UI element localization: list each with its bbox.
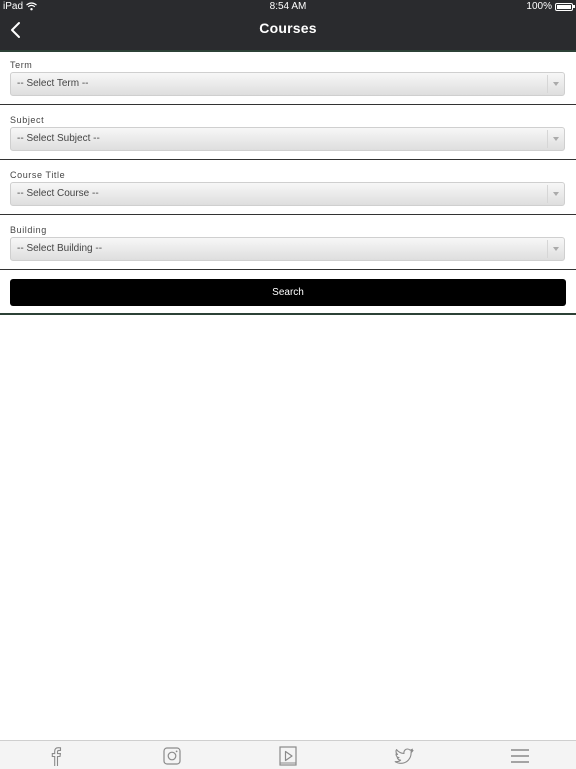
tab-bar bbox=[0, 740, 576, 769]
status-time: 8:54 AM bbox=[269, 1, 307, 12]
select-divider bbox=[547, 185, 548, 203]
chevron-down-icon bbox=[553, 137, 559, 141]
twitter-icon[interactable] bbox=[393, 745, 415, 767]
subject-select-value: -- Select Subject -- bbox=[17, 133, 100, 144]
term-select-value: -- Select Term -- bbox=[17, 78, 89, 89]
divider bbox=[0, 269, 576, 270]
course-select[interactable]: -- Select Course -- bbox=[10, 182, 565, 206]
page-title: Courses bbox=[259, 20, 317, 36]
term-select[interactable]: -- Select Term -- bbox=[10, 72, 565, 96]
subject-select[interactable]: -- Select Subject -- bbox=[10, 127, 565, 151]
chevron-down-icon bbox=[553, 247, 559, 251]
chevron-down-icon bbox=[553, 82, 559, 86]
header-accent-line bbox=[0, 50, 576, 52]
course-title-label: Course Title bbox=[10, 170, 66, 180]
select-divider bbox=[547, 130, 548, 148]
term-label: Term bbox=[10, 60, 33, 70]
divider bbox=[0, 159, 576, 160]
instagram-icon[interactable] bbox=[161, 745, 183, 767]
course-select-value: -- Select Course -- bbox=[17, 188, 99, 199]
status-bar: iPad 8:54 AM 100% bbox=[0, 0, 576, 13]
select-divider bbox=[547, 75, 548, 93]
facebook-icon[interactable] bbox=[45, 745, 67, 767]
battery-tip bbox=[573, 5, 575, 8]
building-select[interactable]: -- Select Building -- bbox=[10, 237, 565, 261]
select-divider bbox=[547, 240, 548, 258]
divider bbox=[0, 104, 576, 105]
form-bottom-accent-line bbox=[0, 313, 576, 315]
top-bar: iPad 8:54 AM 100% Courses bbox=[0, 0, 576, 50]
video-play-icon[interactable] bbox=[277, 745, 299, 767]
battery-percent: 100% bbox=[526, 1, 552, 12]
battery-icon bbox=[555, 3, 573, 11]
building-select-value: -- Select Building -- bbox=[17, 243, 103, 254]
chevron-down-icon bbox=[553, 192, 559, 196]
building-label: Building bbox=[10, 225, 47, 235]
menu-icon[interactable] bbox=[509, 745, 531, 767]
subject-label: Subject bbox=[10, 115, 45, 125]
divider bbox=[0, 214, 576, 215]
search-button[interactable]: Search bbox=[10, 279, 566, 306]
